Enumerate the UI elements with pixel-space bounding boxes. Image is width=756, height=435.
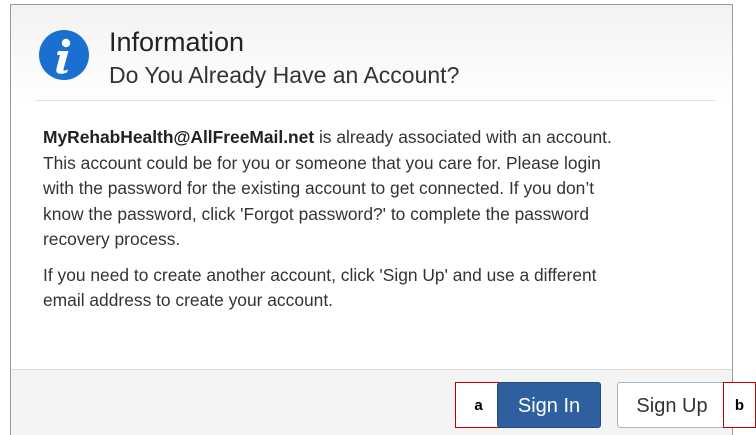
info-icon: [39, 30, 89, 80]
message-line: email address to create your account.: [43, 290, 333, 310]
sign-in-button[interactable]: Sign In: [497, 382, 601, 428]
header-divider: [35, 100, 715, 101]
dialog-subtitle: Do You Already Have an Account?: [109, 62, 460, 88]
message-line: know the password, click 'Forgot passwor…: [43, 203, 590, 224]
callout-label-a: a: [455, 382, 502, 428]
dialog-message: MyRehabHealth@AllFreeMail.net is already…: [43, 125, 732, 314]
dialog-header: Information Do You Already Have an Accou…: [11, 5, 732, 101]
information-dialog: Information Do You Already Have an Accou…: [10, 4, 733, 435]
message-line: MyRehabHealth@AllFreeMail.net is already…: [43, 125, 732, 151]
dialog-title: Information: [109, 27, 245, 57]
message-line: with the password for the existing accou…: [43, 178, 595, 198]
message-line: recovery process.: [43, 229, 181, 249]
message-line: This account could be for you or someone…: [43, 152, 601, 173]
sign-up-button[interactable]: Sign Up: [617, 382, 727, 428]
message-line: If you need to create another account, c…: [43, 264, 597, 285]
email-address: MyRehabHealth@AllFreeMail.net: [43, 127, 315, 147]
message-text: is already associated with an account.: [314, 127, 612, 147]
callout-label-b: b: [723, 382, 756, 428]
